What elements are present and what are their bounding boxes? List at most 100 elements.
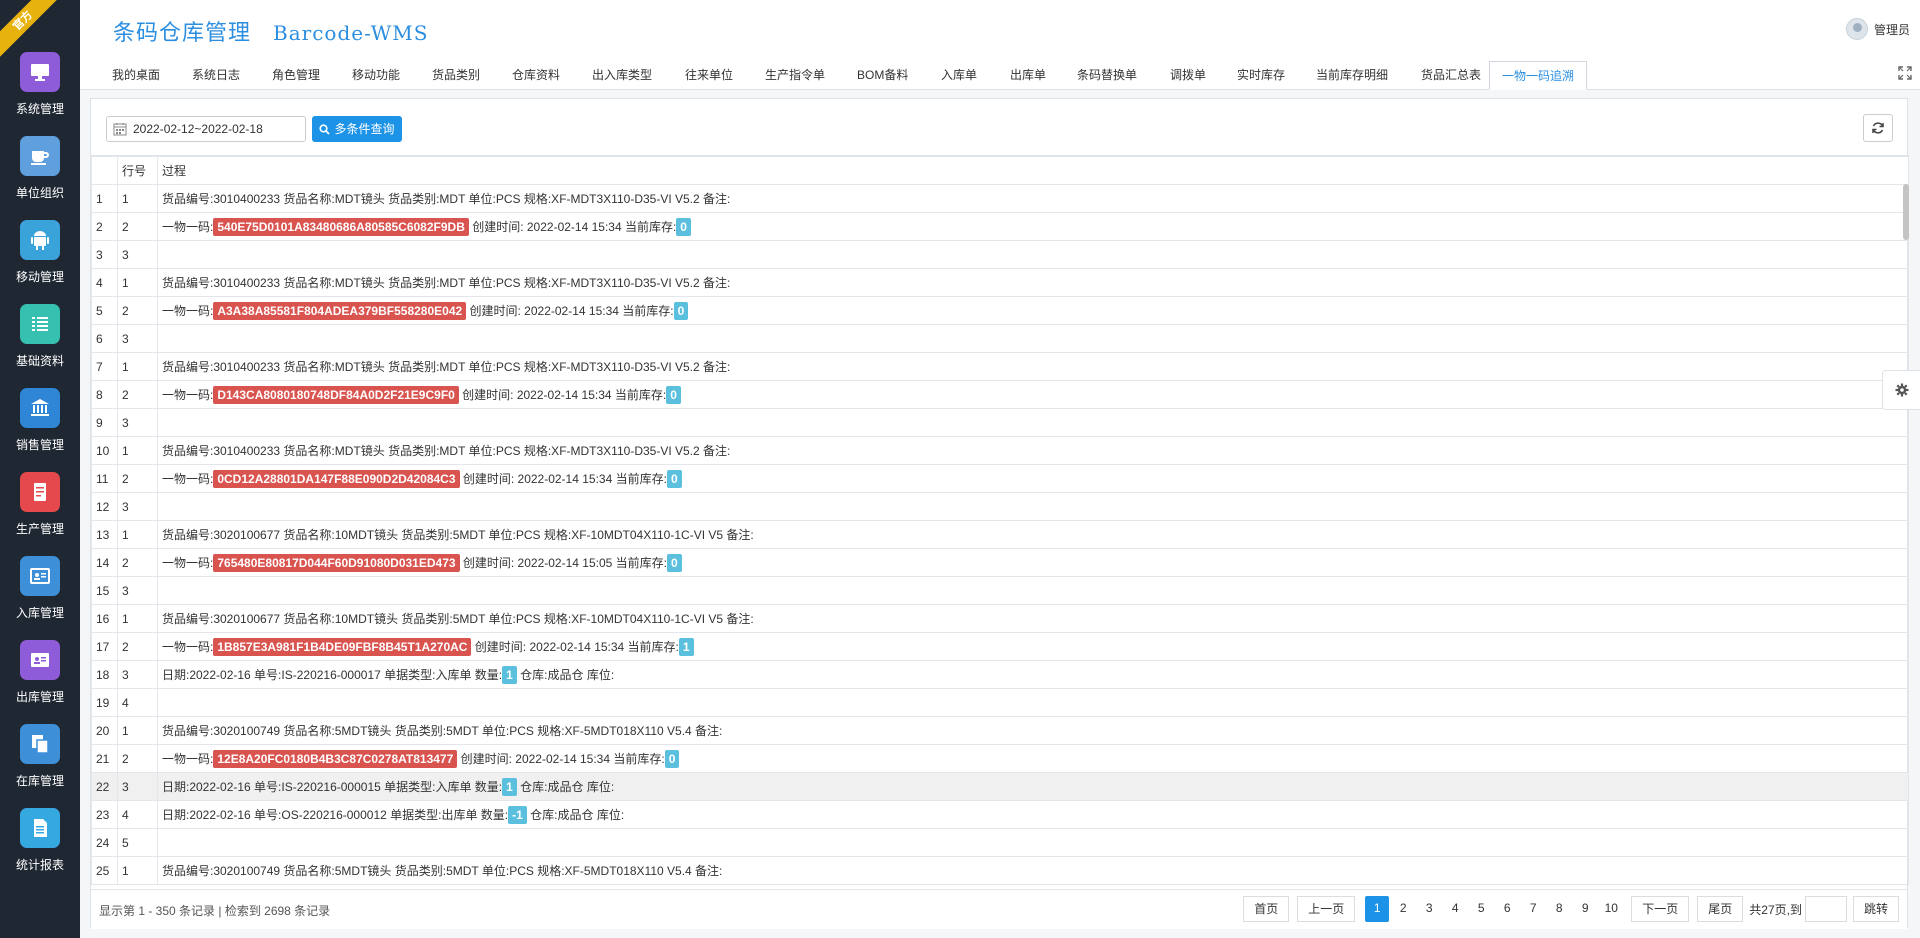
sidebar-item-2[interactable]: 单位组织 (0, 136, 80, 220)
table-row[interactable]: 24 5 (91, 828, 1909, 857)
tab-14[interactable]: 调拨单 (1170, 61, 1206, 90)
jump-button[interactable]: 跳转 (1852, 896, 1899, 922)
official-ribbon: 官方 (0, 0, 60, 60)
row-index: 21 (91, 744, 118, 773)
process-text: 货品编号:3020100677 货品名称:10MDT镜头 货品类别:5MDT 单… (162, 612, 754, 626)
tab-2[interactable]: 系统日志 (192, 61, 240, 90)
table-row[interactable]: 17 2 一物一码: 1B857E3A981F1B4DE09FBF8B45T1A270… (91, 632, 1909, 661)
page-number-6[interactable]: 6 (1495, 896, 1520, 922)
settings-button[interactable] (1882, 370, 1920, 410)
table-row[interactable]: 10 1 货品编号:3010400233 货品名称:MDT镜头 货品类别:MDT 单… (91, 436, 1909, 465)
vertical-scrollbar[interactable] (1903, 184, 1909, 889)
table-row[interactable]: 5 2 一物一码: A3A38A85581F804ADEA379BF558280E04… (91, 296, 1909, 325)
table-row[interactable]: 18 3 日期:2022-02-16 单号:IS-220216-000017 单据类… (91, 660, 1909, 689)
table-row[interactable]: 20 1 货品编号:3020100749 货品名称:5MDT镜头 货品类别:5MDT… (91, 716, 1909, 745)
sidebar-item-8[interactable]: 出库管理 (0, 640, 80, 724)
scrollbar-thumb[interactable] (1903, 184, 1909, 240)
table-row[interactable]: 13 1 货品编号:3020100677 货品名称:10MDT镜头 货品类别:5MD… (91, 520, 1909, 549)
table-row[interactable]: 4 1 货品编号:3010400233 货品名称:MDT镜头 货品类别:MDT 单位… (91, 268, 1909, 297)
tab-9[interactable]: 生产指令单 (765, 61, 825, 90)
next-page-button[interactable]: 下一页 (1631, 896, 1690, 922)
table-row[interactable]: 12 3 (91, 492, 1909, 521)
content-panel: 2022-02-12~2022-02-18 多条件查询 行号 过程 1 1 货品… (90, 98, 1909, 929)
quantity-badge: 1 (502, 665, 517, 684)
page-number-5[interactable]: 5 (1469, 896, 1494, 922)
multi-query-button[interactable]: 多条件查询 (312, 116, 402, 142)
tab-17[interactable]: 货品汇总表 (1421, 61, 1481, 90)
table-row[interactable]: 15 3 (91, 576, 1909, 605)
tab-16[interactable]: 当前库存明细 (1316, 61, 1388, 90)
tab-4[interactable]: 移动功能 (352, 61, 400, 90)
table-row[interactable]: 22 3 日期:2022-02-16 单号:IS-220216-000015 单据类… (91, 772, 1909, 801)
sidebar-item-1[interactable]: 系统管理 (0, 52, 80, 136)
page-number-3[interactable]: 3 (1417, 896, 1442, 922)
prev-page-button[interactable]: 上一页 (1297, 896, 1356, 922)
barcode-value: 0CD12A28801DA147F88E090D2D42084C3 (213, 469, 460, 488)
sidebar-item-4[interactable]: 基础资料 (0, 304, 80, 388)
first-page-button[interactable]: 首页 (1243, 896, 1290, 922)
refresh-button[interactable] (1863, 114, 1893, 142)
page-number-9[interactable]: 9 (1573, 896, 1598, 922)
tab-10[interactable]: BOM备料 (857, 61, 908, 90)
process-prefix: 日期:2022-02-16 单号:IS-220216-000017 单据类型:入… (162, 667, 503, 682)
table-row[interactable]: 25 1 货品编号:3020100749 货品名称:5MDT镜头 货品类别:5MDT… (91, 856, 1909, 885)
table-row[interactable]: 8 2 一物一码: D143CA8080180748DF84A0D2F21E9C9F0… (91, 380, 1909, 409)
page-number-10[interactable]: 10 (1599, 896, 1624, 922)
page-number-2[interactable]: 2 (1391, 896, 1416, 922)
app-title-en: Barcode-WMS (273, 21, 429, 45)
process-cell: 货品编号:3010400233 货品名称:MDT镜头 货品类别:MDT 单位:P… (157, 184, 1909, 213)
process-middle: 创建时间: 2022-02-14 15:34 当前库存: (466, 303, 674, 318)
line-number: 1 (117, 268, 158, 297)
process-cell: 一物一码: 540E75D0101A83480686A80585C6082F9DB… (157, 212, 1909, 241)
tab-1[interactable]: 我的桌面 (112, 61, 160, 90)
page-jump-input[interactable] (1804, 896, 1847, 922)
table-row[interactable]: 1 1 货品编号:3010400233 货品名称:MDT镜头 货品类别:MDT 单位… (91, 184, 1909, 213)
tab-5[interactable]: 货品类别 (432, 61, 480, 90)
page-number-7[interactable]: 7 (1521, 896, 1546, 922)
tab-6[interactable]: 仓库资料 (512, 61, 560, 90)
tab-7[interactable]: 出入库类型 (592, 61, 652, 90)
last-page-button[interactable]: 尾页 (1697, 896, 1744, 922)
user-menu[interactable]: 管理员 (1845, 16, 1910, 42)
table-row[interactable]: 63 (91, 324, 1909, 353)
tab-8[interactable]: 往来单位 (685, 61, 733, 90)
header-index (91, 156, 118, 185)
tab-18[interactable]: 一物一码追溯 (1489, 61, 1588, 90)
table-row[interactable]: 16 1 货品编号:3020100677 货品名称:10MDT镜头 货品类别:5MD… (91, 604, 1909, 633)
sidebar-item-7[interactable]: 入库管理 (0, 556, 80, 640)
sidebar-item-9[interactable]: 在库管理 (0, 724, 80, 808)
row-index: 10 (91, 436, 118, 465)
tab-12[interactable]: 出库单 (1010, 61, 1046, 90)
barcode-value: A3A38A85581F804ADEA379BF558280E042 (213, 301, 467, 320)
app-title: 条码仓库管理 Barcode-WMS (113, 15, 428, 47)
sidebar-item-5[interactable]: 销售管理 (0, 388, 80, 472)
process-cell: 一物一码: 765480E80817D044F60D91080D031ED473 … (157, 548, 1909, 577)
sidebar-item-6[interactable]: 生产管理 (0, 472, 80, 556)
tab-3[interactable]: 角色管理 (272, 61, 320, 90)
page-number-1[interactable]: 1 (1365, 896, 1390, 922)
row-index: 13 (91, 520, 118, 549)
tab-13[interactable]: 条码替换单 (1077, 61, 1137, 90)
barcode-value: 765480E80817D044F60D91080D031ED473 (213, 553, 460, 572)
sidebar-item-3[interactable]: 移动管理 (0, 220, 80, 304)
process-prefix: 日期:2022-02-16 单号:OS-220216-000012 单据类型:出… (162, 807, 509, 822)
table-row[interactable]: 93 (91, 408, 1909, 437)
sidebar-item-10[interactable]: 统计报表 (0, 808, 80, 892)
tab-11[interactable]: 入库单 (941, 61, 977, 90)
table-row[interactable]: 23 4 日期:2022-02-16 单号:OS-220216-000012 单据类… (91, 800, 1909, 829)
table-row[interactable]: 2 2 一物一码: 540E75D0101A83480686A80585C6082F9… (91, 212, 1909, 241)
process-text: 货品编号:3010400233 货品名称:MDT镜头 货品类别:MDT 单位:P… (162, 192, 731, 206)
table-row[interactable]: 19 4 (91, 688, 1909, 717)
page-number-8[interactable]: 8 (1547, 896, 1572, 922)
table-row[interactable]: 11 2 一物一码: 0CD12A28801DA147F88E090D2D42084C… (91, 464, 1909, 493)
table-row[interactable]: 14 2 一物一码: 765480E80817D044F60D91080D031ED4… (91, 548, 1909, 577)
date-range-input[interactable]: 2022-02-12~2022-02-18 (106, 116, 306, 142)
table-row[interactable]: 33 (91, 240, 1909, 269)
copy-icon (20, 724, 60, 764)
page-number-4[interactable]: 4 (1443, 896, 1468, 922)
table-row[interactable]: 21 2 一物一码: 12E8A20FC0180B4B3C87C0278AT81347… (91, 744, 1909, 773)
table-row[interactable]: 7 1 货品编号:3010400233 货品名称:MDT镜头 货品类别:MDT 单位… (91, 352, 1909, 381)
tab-15[interactable]: 实时库存 (1237, 61, 1285, 90)
process-text: 货品编号:3010400233 货品名称:MDT镜头 货品类别:MDT 单位:P… (162, 360, 731, 374)
fullscreen-icon[interactable] (1898, 66, 1912, 80)
